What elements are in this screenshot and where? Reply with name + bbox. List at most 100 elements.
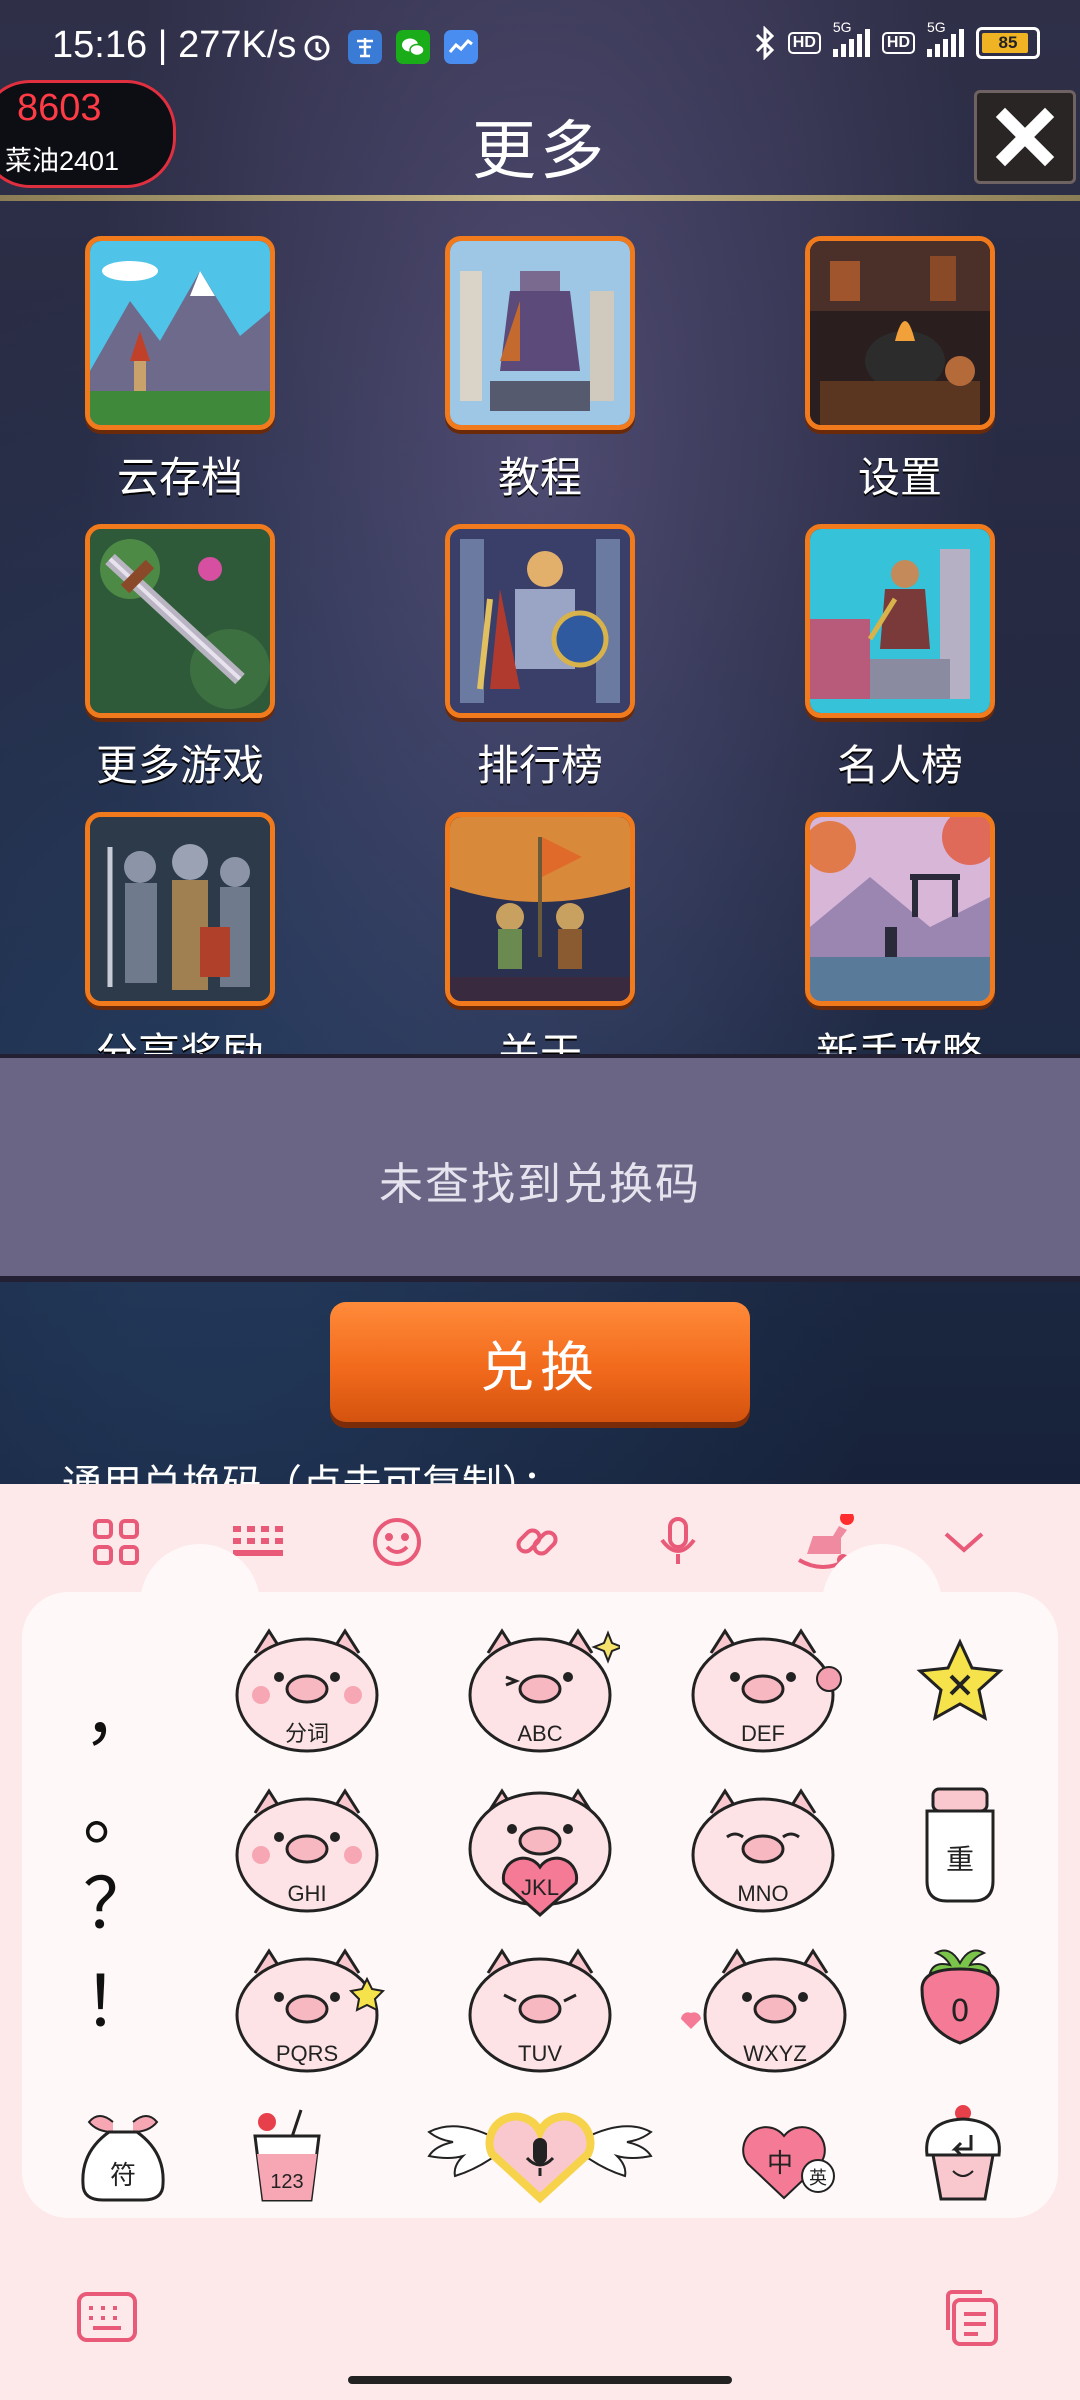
punct-key-period[interactable]: 。 — [78, 1768, 158, 1855]
menu-item-share-reward[interactable]: 分享奖励 — [50, 812, 310, 1054]
redeem-button[interactable]: 兑换 — [330, 1302, 750, 1422]
clip-link-icon[interactable] — [507, 1512, 567, 1572]
key-tuv[interactable]: TUV — [455, 1934, 625, 2084]
home-indicator[interactable] — [348, 2376, 732, 2384]
signal-2: 5G — [927, 19, 964, 57]
key-def[interactable]: DEF — [678, 1614, 848, 1764]
svg-text:0: 0 — [950, 1994, 969, 2029]
menu-item-label: 更多游戏 — [95, 741, 264, 790]
key-abc[interactable]: ABC — [455, 1614, 625, 1764]
svg-text:MNO: MNO — [737, 1881, 788, 1906]
pig-icon: WXYZ — [681, 1948, 847, 2073]
key-pqrs[interactable]: PQRS — [222, 1934, 392, 2084]
menu-item-label: 教程 — [497, 453, 582, 502]
settings-icon — [805, 236, 995, 430]
close-button[interactable] — [974, 90, 1076, 184]
delete-key[interactable] — [910, 1634, 1010, 1734]
menu-item-cloud-save[interactable]: 云存档 — [50, 236, 310, 505]
pig-icon: MNO — [691, 1788, 835, 1913]
pig-icon: JKL — [468, 1788, 612, 1918]
page-title: 更多 — [472, 115, 608, 189]
pig-icon: DEF — [691, 1628, 842, 1753]
enter-key[interactable] — [908, 2098, 1018, 2208]
cupcake-icon — [925, 2105, 1001, 2201]
cloud-save-icon — [85, 236, 275, 430]
hd-badge-2: HD — [881, 32, 915, 54]
hd-badge-1: HD — [787, 32, 821, 54]
pig-icon: TUV — [468, 1948, 612, 2073]
svg-text:重: 重 — [946, 1843, 974, 1876]
svg-text:WXYZ: WXYZ — [743, 2041, 807, 2066]
bag-icon: 符 — [81, 2115, 165, 2202]
jar-icon: 重 — [925, 1787, 995, 1903]
svg-text:符: 符 — [110, 2161, 136, 2191]
key-fenci[interactable]: 分词 — [222, 1614, 392, 1764]
reset-key[interactable]: 重 — [910, 1774, 1010, 1914]
header-divider — [0, 195, 1080, 201]
alipay-icon — [348, 30, 382, 64]
hall-of-fame-icon — [805, 524, 995, 718]
strawberry-icon: 0 — [920, 1949, 1000, 2045]
svg-text:ABC: ABC — [517, 1721, 562, 1746]
emoji-icon[interactable] — [367, 1512, 427, 1572]
pig-icon: PQRS — [235, 1948, 386, 2073]
svg-text:DEF: DEF — [741, 1721, 785, 1746]
svg-text:PQRS: PQRS — [276, 2041, 338, 2066]
chart-app-icon — [444, 30, 478, 64]
svg-text:GHI: GHI — [287, 1881, 326, 1906]
key-ghi[interactable]: GHI — [222, 1774, 392, 1924]
zh-en-switch-key[interactable]: 中英 — [735, 2106, 845, 2206]
clipboard-icon[interactable] — [936, 2282, 1006, 2352]
more-games-icon — [85, 524, 275, 718]
menu-item-more-games[interactable]: 更多游戏 — [50, 524, 310, 793]
punct-key-comma[interactable]: ， — [78, 1668, 158, 1755]
menu-item-label: 分享奖励 — [95, 1029, 264, 1054]
microphone-icon[interactable] — [648, 1512, 708, 1572]
svg-text:123: 123 — [270, 2171, 303, 2193]
svg-text:JKL: JKL — [521, 1875, 559, 1900]
redeem-code-panel: 未查找到兑换码 — [0, 1054, 1080, 1282]
menu-item-hall-of-fame[interactable]: 名人榜 — [770, 524, 1030, 793]
winged-heart-icon — [427, 2112, 653, 2204]
menu-item-tutorial[interactable]: 教程 — [410, 236, 670, 505]
zero-key[interactable]: 0 — [910, 1934, 1010, 2054]
heart-lang-icon: 中英 — [742, 2126, 835, 2200]
menu-item-settings[interactable]: 设置 — [770, 236, 1030, 505]
svg-text:中: 中 — [767, 2149, 793, 2179]
redeem-status-message: 未查找到兑换码 — [379, 1159, 701, 1210]
punct-key-question[interactable]: ？ — [78, 1858, 158, 1945]
tutorial-icon — [445, 236, 635, 430]
punct-key-exclaim[interactable]: ！ — [78, 1946, 158, 2046]
menu-item-label: 设置 — [857, 453, 942, 502]
menu-item-about[interactable]: 关于 — [410, 812, 670, 1054]
menu-item-beginner-guide[interactable]: 新手攻略 — [770, 812, 1030, 1054]
grid-apps-icon[interactable] — [86, 1512, 146, 1572]
signal-1: 5G — [832, 19, 870, 57]
status-time: 15:16 | 277K/s — [52, 24, 297, 66]
menu-item-leaderboard[interactable]: 排行榜 — [410, 524, 670, 793]
svg-text:英: 英 — [809, 2168, 827, 2189]
status-bar: 15:16 | 277K/s HD 5G HD 5G 85 — [0, 0, 1080, 98]
bluetooth-icon — [755, 26, 774, 60]
alarm-icon — [300, 30, 334, 64]
about-icon — [445, 812, 635, 1006]
close-icon — [995, 107, 1055, 167]
number-key[interactable]: 123 — [232, 2106, 342, 2206]
key-mno[interactable]: MNO — [678, 1774, 848, 1924]
battery-indicator: 85 — [976, 27, 1040, 59]
menu-item-label: 名人榜 — [836, 741, 963, 790]
keyboard-switch-icon[interactable] — [72, 2282, 142, 2352]
menu-item-label: 关于 — [497, 1029, 582, 1054]
symbol-key[interactable]: 符 — [68, 2106, 178, 2206]
space-voice-key[interactable] — [425, 2098, 655, 2208]
delete-star-icon — [916, 1638, 1004, 1721]
pig-icon: ABC — [468, 1628, 620, 1753]
drink-cup-icon: 123 — [253, 2109, 321, 2202]
svg-text:分词: 分词 — [285, 1721, 329, 1746]
key-wxyz[interactable]: WXYZ — [670, 1934, 860, 2084]
key-jkl[interactable]: JKL — [455, 1774, 625, 1924]
svg-text:TUV: TUV — [518, 2041, 562, 2066]
collapse-chevron-icon[interactable] — [934, 1512, 994, 1572]
menu-item-label: 新手攻略 — [815, 1029, 984, 1054]
pig-icon: 分词 — [235, 1628, 379, 1753]
